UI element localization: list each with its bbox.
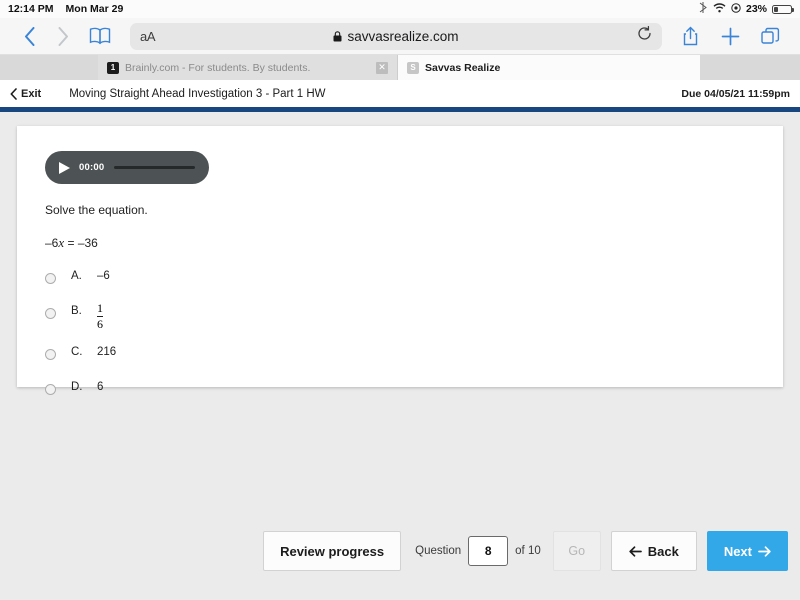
reload-icon	[638, 25, 651, 40]
question-total-label: of 10	[515, 545, 541, 557]
question-navigator: Question of 10	[415, 536, 541, 566]
assignment-header: Exit Moving Straight Ahead Investigation…	[0, 80, 800, 107]
audio-time: 00:00	[79, 162, 105, 173]
option-value: –6	[97, 270, 110, 282]
book-icon	[89, 27, 111, 45]
show-tabs-button[interactable]	[752, 27, 788, 46]
option-d[interactable]: D. 6	[45, 381, 783, 416]
radio-button[interactable]	[45, 384, 56, 395]
audio-progress-slider[interactable]	[114, 166, 195, 169]
question-prompt: Solve the equation.	[45, 203, 148, 217]
chevron-left-icon	[10, 87, 17, 100]
chevron-left-icon	[24, 26, 34, 46]
option-value: 6	[97, 381, 104, 393]
equation-prefix: –6	[45, 236, 59, 250]
reload-button[interactable]	[637, 25, 652, 46]
question-number-input[interactable]	[468, 536, 509, 566]
status-indicators: 23%	[699, 2, 794, 16]
option-c[interactable]: C. 216	[45, 346, 783, 381]
exit-label: Exit	[21, 87, 42, 100]
close-icon[interactable]: ✕	[376, 61, 388, 74]
share-icon	[683, 26, 697, 46]
question-label: Question	[415, 545, 462, 557]
bluetooth-icon	[699, 2, 708, 16]
share-button[interactable]	[672, 26, 708, 46]
question-equation: –6x = –36	[45, 235, 783, 251]
tab-title: Savvas Realize	[425, 61, 501, 74]
due-date: Due 04/05/21 11:59pm	[681, 87, 790, 100]
assignment-title: Moving Straight Ahead Investigation 3 - …	[69, 87, 326, 100]
audio-player[interactable]: 00:00	[45, 151, 209, 184]
status-date: Mon Mar 29	[65, 3, 124, 15]
battery-percent: 23%	[745, 3, 767, 15]
safari-toolbar: aA savvasrealize.com	[0, 18, 800, 55]
url-text: savvasrealize.com	[347, 28, 459, 44]
back-button[interactable]: Back	[610, 531, 697, 571]
option-value-fraction: 1 6	[97, 302, 103, 330]
tabs-icon	[760, 27, 779, 44]
next-button[interactable]: Next	[706, 531, 788, 571]
browser-forward-button	[46, 26, 80, 46]
radio-button[interactable]	[45, 308, 56, 319]
new-tab-button[interactable]	[712, 27, 748, 46]
battery-icon	[772, 4, 794, 14]
option-letter: D.	[71, 381, 83, 393]
brainly-favicon: 1	[107, 61, 119, 74]
question-card: 00:00 Solve the equation. –6x = –36 A. –…	[17, 126, 783, 395]
equation-suffix: = –36	[64, 236, 98, 250]
fraction-denominator: 6	[97, 315, 103, 331]
wifi-icon	[713, 2, 726, 16]
plus-icon	[721, 27, 739, 45]
tab-title: Brainly.com - For students. By students.	[125, 61, 311, 74]
exit-button[interactable]: Exit	[10, 88, 41, 100]
navigation-toolbar: Review progress Question of 10 Go Back N…	[0, 527, 800, 575]
ios-status-bar: 12:14 PM Mon Mar 29 23%	[0, 0, 800, 18]
chevron-right-icon	[58, 26, 68, 46]
status-time: 12:14 PM	[8, 3, 54, 15]
answer-options: A. –6 B. 1 6 C. 216 D. 6	[45, 270, 783, 416]
address-bar[interactable]: aA savvasrealize.com	[130, 22, 662, 50]
next-label: Next	[723, 543, 752, 559]
url-display: savvasrealize.com	[130, 29, 662, 44]
review-progress-button[interactable]: Review progress	[263, 531, 402, 571]
go-button[interactable]: Go	[552, 531, 601, 571]
savvas-favicon: S	[407, 61, 419, 74]
rotation-lock-icon	[731, 2, 741, 16]
option-value: 216	[97, 346, 117, 358]
fraction-numerator: 1	[97, 301, 103, 315]
radio-button[interactable]	[45, 273, 56, 284]
option-letter: A.	[71, 270, 82, 282]
play-icon[interactable]	[59, 161, 70, 174]
radio-button[interactable]	[45, 349, 56, 360]
lock-icon	[333, 30, 342, 41]
option-b[interactable]: B. 1 6	[45, 302, 783, 346]
toolbar-actions	[672, 26, 788, 46]
bookmarks-button[interactable]	[80, 27, 120, 45]
tab-strip: 1 Brainly.com - For students. By student…	[0, 55, 800, 80]
back-label: Back	[647, 543, 679, 559]
option-a[interactable]: A. –6	[45, 270, 783, 305]
arrow-right-icon	[758, 545, 771, 557]
browser-tab-savvas[interactable]: S Savvas Realize	[398, 55, 700, 80]
browser-back-button[interactable]	[12, 26, 46, 46]
assignment-page: 00:00 Solve the equation. –6x = –36 A. –…	[0, 112, 800, 575]
option-letter: C.	[71, 346, 83, 358]
option-letter: B.	[71, 305, 82, 317]
arrow-left-icon	[629, 545, 642, 557]
browser-tab-brainly[interactable]: 1 Brainly.com - For students. By student…	[98, 55, 398, 80]
